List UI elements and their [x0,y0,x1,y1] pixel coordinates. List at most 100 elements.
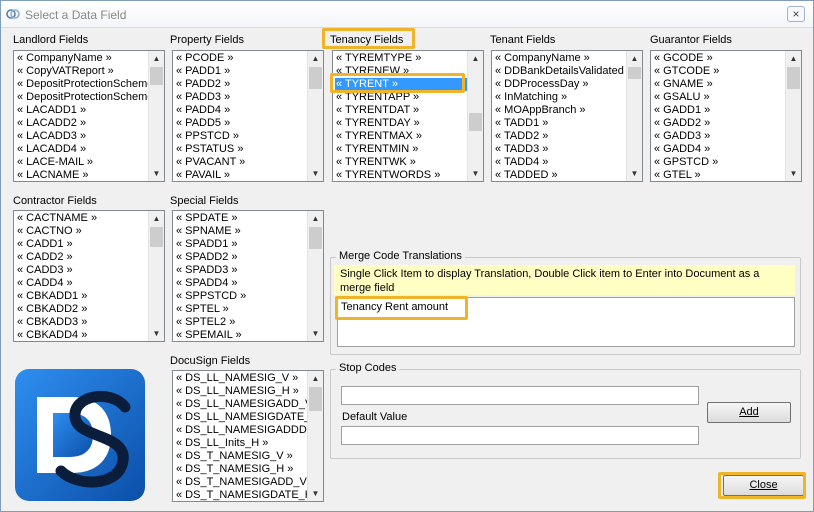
list-item[interactable]: « TYRENTWORDS » [335,169,467,181]
list-item[interactable]: « GADD4 » [653,143,785,156]
list-item[interactable]: « GPSTCD » [653,156,785,169]
scroll-thumb[interactable] [309,67,322,89]
tenancy-scrollbar[interactable]: ▲ ▼ [467,51,483,181]
list-item[interactable]: « GADD2 » [653,117,785,130]
list-item[interactable]: « LACADD3 » [16,130,148,143]
list-item[interactable]: « SPPSTCD » [175,290,307,303]
list-item[interactable]: « CADD3 » [16,264,148,277]
docusign-fields-list[interactable]: « DS_LL_NAMESIG_V » « DS_LL_NAMESIG_H » « … [172,370,324,502]
list-item[interactable]: « GCODE » [653,52,785,65]
contractor-scrollbar[interactable]: ▲ ▼ [148,211,164,341]
list-item[interactable]: « DepositProtectionScheme [16,91,148,104]
scroll-up-icon[interactable]: ▲ [308,51,323,66]
tenant-fields-list[interactable]: « CompanyName » « DDBankDetailsValidated … [491,50,643,182]
list-item[interactable]: « PVACANT » [175,156,307,169]
list-item[interactable]: « MOAppBranch » [494,104,626,117]
scroll-down-icon[interactable]: ▼ [308,326,323,341]
list-item[interactable]: « GTEL » [653,169,785,181]
scroll-thumb[interactable] [787,67,800,89]
list-item[interactable]: « CADD4 » [16,277,148,290]
list-item[interactable]: « CADD2 » [16,251,148,264]
scroll-down-icon[interactable]: ▼ [468,166,483,181]
scroll-up-icon[interactable]: ▲ [149,51,164,66]
list-item[interactable]: « SPADD2 » [175,251,307,264]
list-item[interactable]: « TYRENTDAT » [335,104,467,117]
scroll-up-icon[interactable]: ▲ [627,51,642,66]
guarantor-fields-list[interactable]: « GCODE » « GTCODE » « GNAME » « GSALU » « G… [650,50,802,182]
list-item[interactable]: « TYRENTDAY » [335,117,467,130]
scroll-up-icon[interactable]: ▲ [308,211,323,226]
list-item[interactable]: « CompanyName » [494,52,626,65]
list-item[interactable]: « PADD2 » [175,78,307,91]
list-item[interactable]: « CACTNAME » [16,212,148,225]
add-button[interactable]: Add [707,402,791,423]
default-value-input[interactable] [341,426,699,445]
list-item[interactable]: « LACNAME » [16,169,148,181]
list-item[interactable]: « GADD1 » [653,104,785,117]
list-item[interactable]: « DS_LL_NAMESIG_V » [175,372,307,385]
list-item[interactable]: « DS_LL_Inits_H » [175,437,307,450]
scroll-thumb[interactable] [309,387,322,411]
scroll-thumb[interactable] [628,67,641,79]
list-item[interactable]: « CopyVATReport » [16,65,148,78]
list-item[interactable]: « DS_T_NAMESIG_H » [175,463,307,476]
scroll-thumb[interactable] [150,67,163,85]
list-item[interactable]: « PADD3 » [175,91,307,104]
list-item[interactable]: « TYRENTMIN » [335,143,467,156]
list-item[interactable]: « LACADD1 » [16,104,148,117]
list-item[interactable]: « TADDED » [494,169,626,181]
list-item[interactable]: « TYREMTYPE » [335,52,467,65]
list-item[interactable]: « SPNAME » [175,225,307,238]
property-fields-list[interactable]: « PCODE » « PADD1 » « PADD2 » « PADD3 » « PA… [172,50,324,182]
scroll-up-icon[interactable]: ▲ [149,211,164,226]
list-item[interactable]: « LACE-MAIL » [16,156,148,169]
list-item[interactable]: « PPSTCD » [175,130,307,143]
list-item[interactable]: « LACADD4 » [16,143,148,156]
list-item[interactable]: « TADD1 » [494,117,626,130]
scroll-up-icon[interactable]: ▲ [308,371,323,386]
scroll-down-icon[interactable]: ▼ [149,326,164,341]
landlord-fields-list[interactable]: « CompanyName » « CopyVATReport » « Deposi… [13,50,165,182]
landlord-scrollbar[interactable]: ▲ ▼ [148,51,164,181]
list-item[interactable]: « CBKADD2 » [16,303,148,316]
special-fields-list[interactable]: « SPDATE » « SPNAME » « SPADD1 » « SPADD2 »… [172,210,324,342]
list-item[interactable]: « TADD3 » [494,143,626,156]
list-item[interactable]: « DepositProtectionScheme [16,78,148,91]
list-item[interactable]: « CACTNO » [16,225,148,238]
list-item[interactable]: « SPTEL » [175,303,307,316]
list-item[interactable]: « DS_LL_NAMESIG_H » [175,385,307,398]
list-item[interactable]: « LACADD2 » [16,117,148,130]
list-item[interactable]: « DDBankDetailsValidated » [494,65,626,78]
list-item[interactable]: « DS_T_NAMESIGDATE_H [175,489,307,501]
contractor-fields-list[interactable]: « CACTNAME » « CACTNO » « CADD1 » « CADD2 »… [13,210,165,342]
scroll-up-icon[interactable]: ▲ [468,51,483,66]
list-item[interactable]: « InMatching » [494,91,626,104]
scroll-down-icon[interactable]: ▼ [308,166,323,181]
stop-codes-input[interactable] [341,386,699,405]
scroll-up-icon[interactable]: ▲ [786,51,801,66]
list-item[interactable]: « TYRENTMAX » [335,130,467,143]
list-item[interactable]: « PAVAIL » [175,169,307,181]
scroll-down-icon[interactable]: ▼ [627,166,642,181]
list-item[interactable]: « CADD1 » [16,238,148,251]
list-item[interactable]: « TYRENTWK » [335,156,467,169]
list-item[interactable]: « PSTATUS » [175,143,307,156]
tenancy-fields-list[interactable]: « TYREMTYPE » « TYRENEW » « TYRENT » « TYRE… [332,50,484,182]
list-item[interactable]: « DS_T_NAMESIGADD_V » [175,476,307,489]
guarantor-scrollbar[interactable]: ▲ ▼ [785,51,801,181]
list-item[interactable]: « SPEMAIL » [175,329,307,341]
list-item[interactable]: « PADD5 » [175,117,307,130]
scroll-thumb[interactable] [309,227,322,249]
list-item[interactable]: « DS_LL_NAMESIGADDDA [175,424,307,437]
window-close-icon[interactable]: × [787,6,805,22]
list-item[interactable]: « SPTEL2 » [175,316,307,329]
list-item[interactable]: « GADD3 » [653,130,785,143]
list-item[interactable]: « TADD2 » [494,130,626,143]
list-item[interactable]: « SPADD1 » [175,238,307,251]
list-item[interactable]: « DS_LL_NAMESIGADD_V [175,398,307,411]
docusign-scrollbar[interactable]: ▲ ▼ [307,371,323,501]
scroll-thumb[interactable] [469,113,482,131]
list-item[interactable]: « CBKADD1 » [16,290,148,303]
list-item[interactable]: « SPDATE » [175,212,307,225]
list-item[interactable]: « PADD1 » [175,65,307,78]
